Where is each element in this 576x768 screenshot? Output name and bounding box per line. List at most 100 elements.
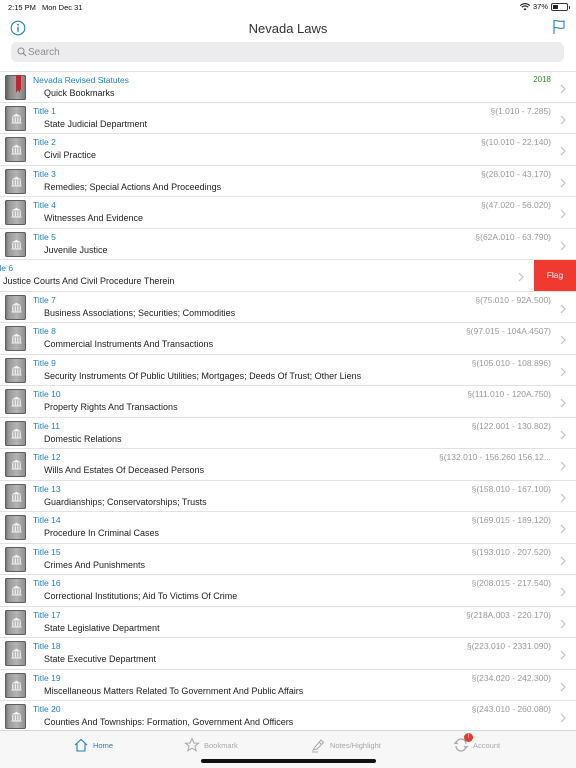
tab-home[interactable]: Home bbox=[73, 736, 113, 754]
chevron-right-icon bbox=[560, 84, 566, 94]
courthouse-book-icon bbox=[5, 168, 26, 194]
list-item-title-row[interactable]: Title 5 Juvenile Justice §(62A.010 - 63.79… bbox=[0, 228, 576, 260]
titles-list: Nevada Revised Statutes Quick Bookmarks … bbox=[0, 71, 576, 733]
chevron-right-icon bbox=[560, 146, 566, 156]
list-item-subtitle: Property Rights And Transactions bbox=[44, 402, 178, 412]
chevron-right-icon bbox=[560, 556, 566, 565]
section-range: §(28.010 - 43.170) bbox=[481, 168, 551, 179]
list-item-title: Title 16 bbox=[33, 578, 61, 588]
list-item-title-row[interactable]: Title 18 State Executive Department §(223.… bbox=[0, 638, 576, 670]
list-item-subtitle: Domestic Relations bbox=[44, 433, 122, 444]
section-range: §(62A.010 - 63.790) bbox=[475, 231, 551, 242]
status-time: 2:15 PM bbox=[8, 3, 36, 12]
tab-bookmark[interactable]: Bookmark bbox=[184, 736, 238, 754]
list-item-title-row[interactable]: tle 6 Justice Courts And Civil Procedure … bbox=[0, 260, 576, 292]
search-input[interactable] bbox=[28, 43, 548, 61]
list-item-title-row[interactable]: Title 3 Remedies; Special Actions And Pro… bbox=[0, 165, 576, 197]
tab-account-label: Account bbox=[473, 740, 501, 750]
courthouse-book-icon bbox=[5, 704, 26, 729]
list-item-subtitle: Commercial Instruments And Transactions bbox=[44, 339, 214, 349]
chevron-right-icon bbox=[560, 713, 566, 723]
status-bar: 2:15 PM Mon Dec 31 37% bbox=[0, 0, 576, 14]
section-range: §(122.001 - 130.802) bbox=[471, 420, 551, 431]
list-item-subtitle: Miscellaneous Matters Related To Governm… bbox=[44, 685, 304, 696]
chevron-right-icon bbox=[560, 178, 566, 187]
list-item-subtitle: Civil Practice bbox=[44, 150, 97, 160]
list-item-title-row[interactable]: Title 4 Witnesses And Evidence §(47.020 - … bbox=[0, 197, 576, 229]
section-range: §(1.010 - 7.285) bbox=[490, 105, 551, 116]
courthouse-book-icon bbox=[5, 137, 26, 162]
courthouse-book-icon bbox=[5, 452, 26, 477]
list-item-subtitle: Procedure In Criminal Cases bbox=[44, 528, 160, 538]
chevron-right-icon bbox=[560, 524, 566, 534]
list-item-title: Title 11 bbox=[33, 420, 60, 431]
chevron-right-icon bbox=[560, 398, 566, 408]
list-item-title: Title 2 bbox=[33, 137, 56, 147]
list-item-title: Title 4 bbox=[33, 200, 56, 210]
chevron-right-icon bbox=[560, 430, 566, 439]
battery-percent: 37% bbox=[532, 2, 548, 11]
list-item-quick-bookmarks[interactable]: Nevada Revised Statutes Quick Bookmarks … bbox=[0, 71, 576, 103]
list-item-title: Title 1 bbox=[33, 105, 56, 116]
search-bar[interactable] bbox=[11, 42, 564, 62]
list-item-subtitle: Wills And Estates Of Deceased Persons bbox=[44, 465, 205, 475]
search-icon bbox=[17, 47, 27, 57]
flag-icon[interactable] bbox=[552, 19, 566, 35]
courthouse-book-icon bbox=[5, 294, 26, 320]
list-item-title-row[interactable]: Title 10 Property Rights And Transactions… bbox=[0, 386, 576, 418]
list-item-subtitle: Quick Bookmarks bbox=[44, 88, 115, 98]
section-range: §(169.015 - 189.120) bbox=[471, 515, 551, 525]
chevron-right-icon bbox=[560, 304, 566, 313]
chevron-right-icon bbox=[560, 461, 566, 471]
list-item-title-row[interactable]: Title 20 Counties And Townships: Formatio… bbox=[0, 701, 576, 733]
status-date: Mon Dec 31 bbox=[42, 3, 83, 12]
list-item-subtitle: Security Instruments Of Public Utilities… bbox=[44, 370, 362, 381]
courthouse-book-icon bbox=[5, 420, 26, 446]
section-range: §(10.010 - 22.140) bbox=[481, 137, 551, 147]
section-range: §(193.010 - 207.520) bbox=[471, 546, 551, 557]
courthouse-book-icon bbox=[5, 609, 26, 635]
bookmarked-book-icon bbox=[5, 75, 26, 100]
list-item-title-row[interactable]: Title 9 Security Instruments Of Public Ut… bbox=[0, 354, 576, 386]
list-item-title-row[interactable]: Title 16 Correctional Institutions; Aid T… bbox=[0, 575, 576, 607]
courthouse-book-icon bbox=[5, 200, 26, 225]
list-item-subtitle: State Executive Department bbox=[44, 654, 157, 664]
list-item-subtitle: Business Associations; Securities; Commo… bbox=[44, 307, 236, 318]
list-item-title-row[interactable]: Title 14 Procedure In Criminal Cases §(169… bbox=[0, 512, 576, 544]
list-item-title-row[interactable]: Title 12 Wills And Estates Of Deceased Pe… bbox=[0, 449, 576, 481]
nav-bar: Nevada Laws bbox=[0, 14, 576, 42]
chevron-right-icon bbox=[560, 335, 566, 345]
flag-swipe-button[interactable]: Flag bbox=[534, 260, 576, 291]
list-item-title-row[interactable]: Title 13 Guardianships; Conservatorships;… bbox=[0, 480, 576, 512]
tab-notes-label: Notes/Highlight bbox=[330, 740, 381, 750]
section-range: §(218A.003 - 220.170) bbox=[465, 609, 551, 620]
list-item-title-row[interactable]: Title 1 State Judicial Department §(1.010 … bbox=[0, 102, 576, 134]
list-item-title-row[interactable]: Title 8 Commercial Instruments And Transa… bbox=[0, 323, 576, 355]
list-item-title: Title 18 bbox=[33, 641, 61, 651]
chevron-right-icon bbox=[560, 619, 566, 628]
list-item-title: Title 3 bbox=[33, 168, 56, 179]
chevron-right-icon bbox=[560, 241, 566, 250]
list-item-title-row[interactable]: Title 15 Crimes And Punishments §(193.010 … bbox=[0, 543, 576, 575]
home-icon bbox=[74, 738, 88, 752]
list-item-title-row[interactable]: Title 19 Miscellaneous Matters Related To… bbox=[0, 669, 576, 701]
tab-notes-highlight[interactable]: Notes/Highlight bbox=[310, 736, 381, 754]
list-item-title: Title 12 bbox=[33, 452, 61, 462]
home-indicator bbox=[201, 759, 376, 763]
tab-home-label: Home bbox=[93, 740, 114, 750]
list-item-title: Title 14 bbox=[33, 515, 61, 525]
list-item-title-row[interactable]: Title 17 State Legislative Department §(21… bbox=[0, 606, 576, 638]
section-range: §(75.010 - 92A.500) bbox=[475, 294, 551, 305]
list-item-title-row[interactable]: Title 2 Civil Practice §(10.010 - 22.140) bbox=[0, 134, 576, 166]
section-range: §(47.020 - 56.020) bbox=[481, 200, 551, 210]
tab-account[interactable]: ! Account bbox=[453, 733, 501, 754]
battery-icon bbox=[551, 2, 570, 11]
list-item-title-row[interactable]: Title 7 Business Associations; Securities… bbox=[0, 291, 576, 323]
tab-bookmark-label: Bookmark bbox=[204, 740, 238, 750]
list-item-subtitle: Witnesses And Evidence bbox=[44, 213, 144, 223]
list-item-title-row[interactable]: Title 11 Domestic Relations §(122.001 - 13… bbox=[0, 417, 576, 449]
section-range: §(158.010 - 167.100) bbox=[471, 483, 551, 494]
list-item-title: Title 17 bbox=[33, 609, 61, 620]
section-range: §(97.015 - 104A.4507) bbox=[465, 326, 551, 336]
account-badge: ! bbox=[464, 733, 473, 742]
